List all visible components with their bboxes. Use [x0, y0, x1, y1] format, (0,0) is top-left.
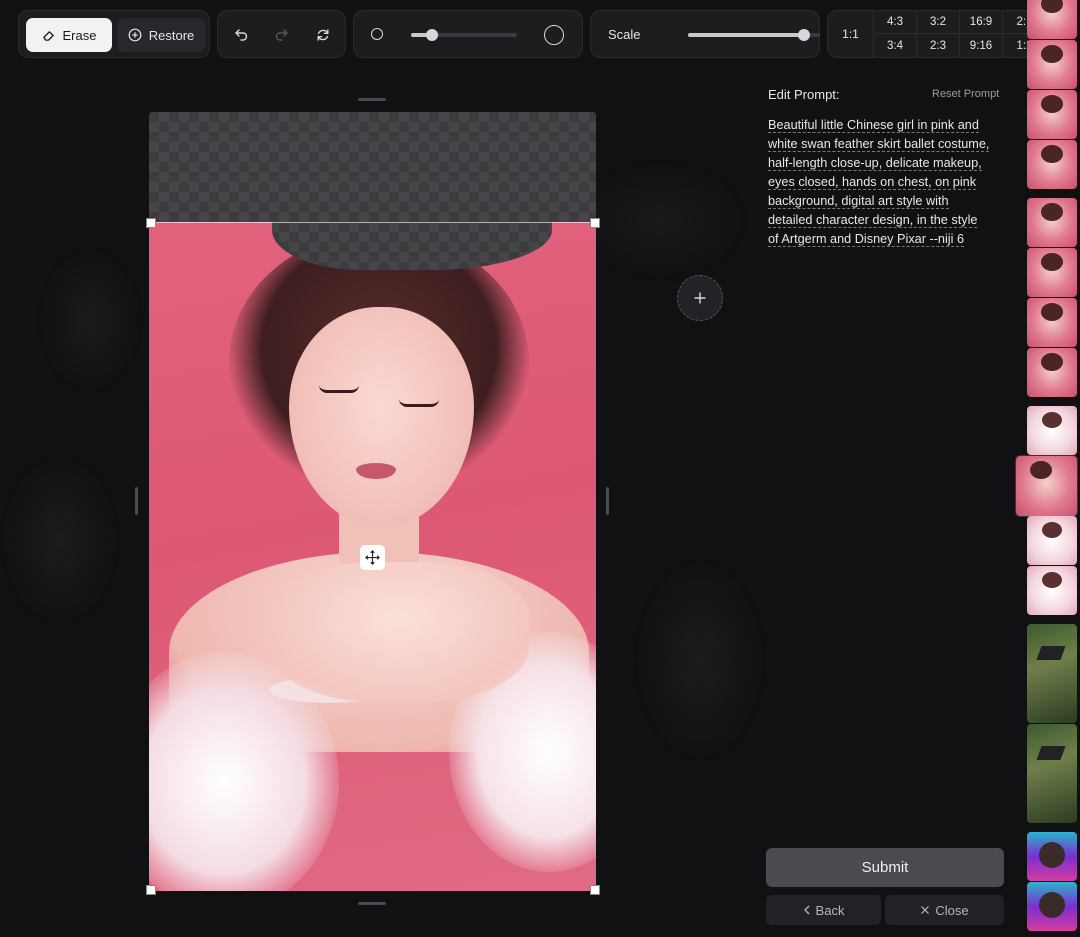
- prompt-line: eyes closed, hands on chest, on pink: [768, 175, 977, 190]
- erase-label: Erase: [62, 27, 97, 43]
- ratio-option-1-1[interactable]: 1:1: [828, 11, 874, 57]
- prompt-line: Beautiful little Chinese girl in pink an…: [768, 118, 979, 133]
- artwork-face: [289, 307, 474, 527]
- brush-size-group: [353, 10, 583, 58]
- edit-canvas[interactable]: [149, 112, 596, 891]
- thumbnail[interactable]: [1027, 516, 1077, 565]
- brush-size-slider[interactable]: [411, 29, 517, 41]
- brush-size-knob[interactable]: [426, 29, 439, 41]
- crop-handle-bottom-right[interactable]: [590, 885, 600, 895]
- toolbar: Erase Restore Scale 1:1 4:3 3:2 16:9 2:1…: [18, 10, 1047, 58]
- move-button[interactable]: [360, 545, 385, 570]
- thumbnail[interactable]: [1027, 406, 1077, 455]
- resize-handle-right[interactable]: [606, 487, 609, 515]
- refresh-icon: [315, 27, 331, 43]
- transparent-area: [149, 112, 596, 222]
- ratio-option[interactable]: 9:16: [960, 34, 1003, 57]
- crop-handle-top-left[interactable]: [146, 218, 156, 228]
- ratio-option[interactable]: 4:3: [874, 11, 917, 34]
- ratio-option[interactable]: 16:9: [960, 11, 1003, 34]
- plus-icon: [693, 291, 707, 305]
- mode-group: Erase Restore: [18, 10, 210, 58]
- artwork-lips: [356, 463, 396, 479]
- close-label: Close: [935, 902, 969, 918]
- brush-large-icon: [544, 25, 564, 45]
- prompt-line: white swan feather skirt ballet costume,: [768, 137, 990, 152]
- ratio-option[interactable]: 3:2: [917, 11, 960, 34]
- back-label: Back: [815, 902, 845, 918]
- thumbnail[interactable]: [1027, 90, 1077, 139]
- crop-boundary: [149, 222, 596, 223]
- scale-slider[interactable]: [688, 29, 820, 41]
- crop-handle-top-right[interactable]: [590, 218, 600, 228]
- chevron-left-icon: [803, 905, 811, 915]
- erased-region: [272, 222, 552, 270]
- add-image-button[interactable]: [677, 275, 723, 321]
- thumbnail[interactable]: [1027, 248, 1077, 297]
- artwork-eye-left: [319, 385, 359, 393]
- thumbnail[interactable]: [1027, 140, 1077, 189]
- thumbnail-selected[interactable]: [1016, 456, 1077, 516]
- plus-circle-icon: [128, 28, 142, 42]
- prompt-line: background, digital art style with: [768, 194, 949, 209]
- ratio-option[interactable]: 3:4: [874, 34, 917, 57]
- prompt-textarea[interactable]: Beautiful little Chinese girl in pink an…: [768, 116, 1008, 249]
- back-button[interactable]: Back: [766, 895, 881, 925]
- restore-button[interactable]: Restore: [117, 18, 205, 52]
- eraser-icon: [42, 29, 55, 42]
- ratio-grid: 4:3 3:2 16:9 2:1 3:4 2:3 9:16 1:2: [874, 11, 1046, 57]
- thumbnail[interactable]: [1027, 40, 1077, 89]
- thumbnail[interactable]: [1027, 882, 1077, 931]
- scale-label: Scale: [608, 27, 641, 42]
- redo-button[interactable]: [270, 23, 294, 47]
- artwork-hands: [269, 562, 529, 702]
- thumbnail[interactable]: [1027, 832, 1077, 881]
- brush-small-icon: [371, 28, 383, 40]
- history-group: [217, 10, 346, 58]
- edit-prompt-label: Edit Prompt:: [768, 87, 840, 102]
- thumbnail[interactable]: [1027, 566, 1077, 615]
- ratio-option[interactable]: 2:3: [917, 34, 960, 57]
- undo-button[interactable]: [229, 23, 253, 47]
- resize-handle-bottom[interactable]: [358, 902, 386, 905]
- undo-icon: [233, 27, 249, 43]
- thumbnail[interactable]: [1027, 624, 1077, 723]
- artwork-eye-right: [399, 399, 439, 407]
- aspect-ratio-group: 1:1 4:3 3:2 16:9 2:1 3:4 2:3 9:16 1:2: [827, 10, 1047, 58]
- close-button[interactable]: Close: [885, 895, 1004, 925]
- prompt-line: of Artgerm and Disney Pixar --niji 6: [768, 232, 965, 247]
- move-arrows-icon: [365, 550, 380, 565]
- thumbnail-strip: [1016, 0, 1080, 937]
- reset-button[interactable]: [311, 23, 335, 47]
- redo-icon: [274, 27, 290, 43]
- close-icon: [920, 905, 930, 915]
- reset-prompt-button[interactable]: Reset Prompt: [932, 88, 999, 100]
- thumbnail[interactable]: [1027, 724, 1077, 823]
- thumbnail[interactable]: [1027, 198, 1077, 247]
- scale-group: Scale: [590, 10, 820, 58]
- scale-knob[interactable]: [798, 29, 811, 41]
- resize-handle-left[interactable]: [135, 487, 138, 515]
- submit-button[interactable]: Submit: [766, 848, 1004, 887]
- scale-fill: [688, 33, 805, 37]
- thumbnail[interactable]: [1027, 0, 1077, 39]
- crop-handle-bottom-left[interactable]: [146, 885, 156, 895]
- erase-button[interactable]: Erase: [26, 18, 112, 52]
- prompt-line: half-length close-up, delicate makeup,: [768, 156, 982, 171]
- thumbnail[interactable]: [1027, 298, 1077, 347]
- prompt-line: detailed character design, in the style: [768, 213, 978, 228]
- thumbnail[interactable]: [1027, 348, 1077, 397]
- restore-label: Restore: [148, 27, 195, 43]
- resize-handle-top[interactable]: [358, 98, 386, 101]
